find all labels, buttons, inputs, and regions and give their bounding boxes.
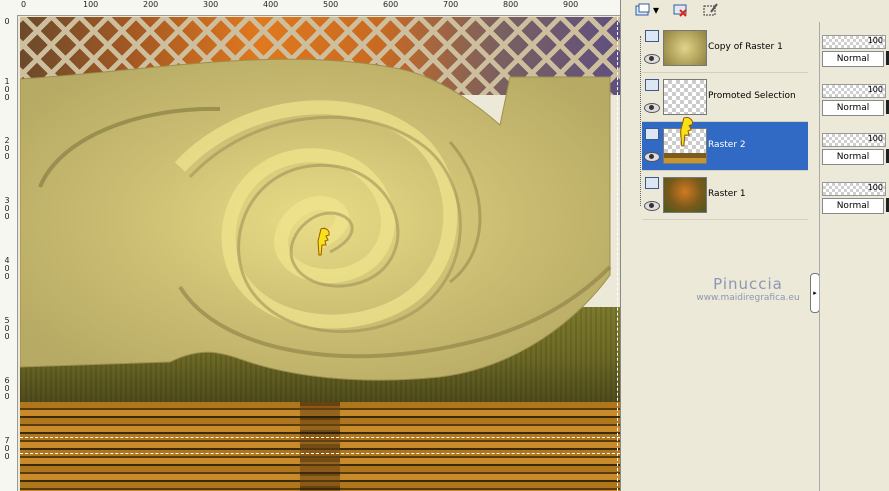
watermark: Pinuccia www.maidiregrafica.eu (668, 275, 828, 303)
layer-name: Copy of Raster 1 (708, 42, 783, 52)
ruler-left-label: 1 0 0 (4, 77, 10, 102)
ruler-left-label: 3 0 0 (4, 196, 10, 221)
ruler-top-label: 600 (383, 0, 399, 9)
selection-icon[interactable] (700, 1, 722, 19)
opacity-value: 100 (867, 36, 883, 45)
layer-name: Raster 1 (708, 189, 746, 199)
delete-layer-icon[interactable] (670, 1, 692, 19)
layer-visibility-icon[interactable] (645, 30, 659, 42)
selection-marquee (20, 453, 620, 454)
pointing-hand-icon (680, 116, 693, 147)
pointing-hand-icon (317, 227, 330, 256)
ruler-top: 0 100 200 300 400 500 600 700 800 900 (0, 0, 620, 16)
layer-properties-promoted-selection: 100 Normal (822, 81, 889, 123)
layer-name: Raster 2 (708, 140, 746, 150)
layer-name: Promoted Selection (708, 91, 796, 101)
ruler-left-label: 0 (4, 17, 10, 26)
ruler-top-label: 0 (21, 0, 27, 9)
ruler-left-label: 6 0 0 (4, 376, 10, 401)
eye-icon[interactable] (644, 54, 660, 64)
ruler-top-label: 100 (83, 0, 99, 9)
layer-thumbnail (663, 30, 707, 66)
opacity-value: 100 (867, 183, 883, 192)
watermark-name: Pinuccia (713, 275, 783, 293)
opacity-slider[interactable]: 100 (822, 182, 886, 196)
ruler-top-label: 300 (203, 0, 219, 9)
layer-list: Copy of Raster 1 Promoted Selection Rast… (642, 24, 822, 224)
eye-icon[interactable] (644, 152, 660, 162)
layer-visibility-icon[interactable] (645, 79, 659, 91)
opacity-slider[interactable]: 100 (822, 35, 886, 49)
ruler-top-label: 800 (503, 0, 519, 9)
blend-mode-select[interactable]: Normal (822, 100, 884, 116)
selection-marquee (617, 17, 618, 491)
opacity-slider[interactable]: 100 (822, 133, 886, 147)
layer-visibility-icon[interactable] (645, 128, 659, 140)
layer-properties-copy-of-raster-1: 100 Normal (822, 32, 889, 74)
layer-row-raster-1[interactable]: Raster 1 (642, 171, 808, 220)
layers-toolbar: ▾ (628, 0, 819, 22)
layer-properties-column: 100 Normal 100 Normal 100 Normal 100 Nor… (819, 22, 889, 491)
ruler-top-label: 200 (143, 0, 159, 9)
layer-thumbnail (663, 79, 707, 115)
blend-mode-select[interactable]: Normal (822, 198, 884, 214)
opacity-value: 100 (867, 134, 883, 143)
ruler-left-label: 7 0 0 (4, 436, 10, 461)
ruler-left: 0 1 0 0 2 0 0 3 0 0 4 0 0 5 0 0 6 0 0 7 … (0, 15, 18, 491)
opacity-slider[interactable]: 100 (822, 84, 886, 98)
layer-thumbnail (663, 177, 707, 213)
layer-tree-line (640, 36, 641, 206)
layers-palette: ▾ Copy of Raster 1 Promoted Selection Ra… (628, 0, 822, 491)
layer-visibility-icon[interactable] (645, 177, 659, 189)
ruler-left-label: 2 0 0 (4, 136, 10, 161)
blend-mode-select[interactable]: Normal (822, 149, 884, 165)
eye-icon[interactable] (644, 201, 660, 211)
layer-row-copy-of-raster-1[interactable]: Copy of Raster 1 (642, 24, 808, 73)
ruler-left-label: 4 0 0 (4, 256, 10, 281)
ruler-top-label: 400 (263, 0, 279, 9)
ruler-left-label: 5 0 0 (4, 316, 10, 341)
layer-row-promoted-selection[interactable]: Promoted Selection (642, 73, 808, 122)
layer-properties-raster-2: 100 Normal (822, 130, 889, 172)
ruler-top-label: 900 (563, 0, 579, 9)
ruler-top-label: 500 (323, 0, 339, 9)
selection-marquee (20, 437, 620, 438)
layer-row-raster-2[interactable]: Raster 2 (642, 116, 808, 171)
eye-icon[interactable] (644, 103, 660, 113)
ruler-top-label: 700 (443, 0, 459, 9)
opacity-value: 100 (867, 85, 883, 94)
layer-properties-raster-1: 100 Normal (822, 179, 889, 221)
watermark-url: www.maidiregrafica.eu (696, 293, 800, 303)
image-canvas[interactable] (20, 17, 620, 491)
dropdown-arrow-icon[interactable]: ▾ (652, 1, 660, 19)
new-layer-icon[interactable] (632, 1, 654, 19)
blend-mode-select[interactable]: Normal (822, 51, 884, 67)
